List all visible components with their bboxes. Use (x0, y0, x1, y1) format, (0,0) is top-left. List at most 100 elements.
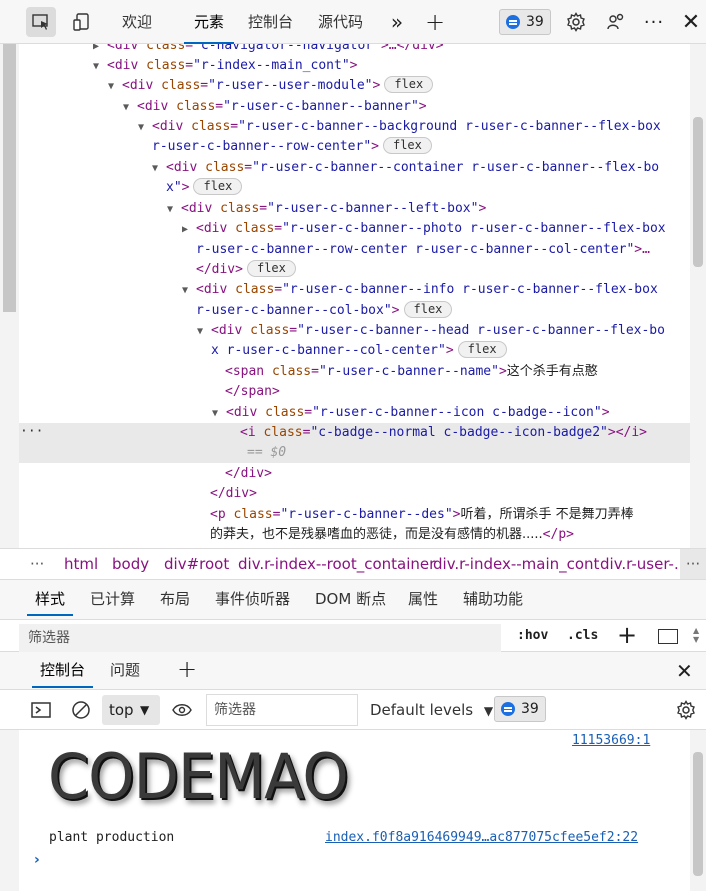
settings-button[interactable] (561, 7, 591, 37)
sidebar-toggle-icon[interactable] (31, 702, 51, 718)
context-selector[interactable]: top ▼ (102, 695, 160, 725)
close-devtools-button[interactable]: ✕ (676, 7, 706, 37)
dom-node[interactable]: ▼ <div class="r-user-c-banner--background… (138, 117, 661, 137)
console-toolbar: top ▼ 筛选器 Default levels ▼ 39 (0, 690, 706, 730)
tab-computed[interactable]: 已计算 (90, 580, 135, 618)
flex-badge[interactable]: flex (457, 341, 507, 358)
hov-toggle[interactable]: :hov (517, 628, 548, 643)
dom-node[interactable]: <p class="r-user-c-banner--des">听着，所谓杀手 … (210, 505, 634, 525)
console-filter-input[interactable]: 筛选器 (206, 694, 358, 726)
inspect-element-button[interactable] (26, 7, 56, 37)
log-levels-dropdown[interactable]: Default levels ▼ (370, 695, 493, 726)
flex-badge[interactable]: flex (246, 260, 296, 277)
inspect-icon (32, 14, 48, 30)
log-levels-value: Default levels (370, 701, 474, 719)
drawer-tabs: 控制台 问题 + ✕ (0, 652, 706, 690)
dom-node[interactable]: ▼ <div class="r-user-c-banner--icon c-bad… (212, 403, 610, 423)
breadcrumb-item[interactable]: div.r-user-... (600, 549, 688, 579)
dom-node[interactable]: <span class="r-user-c-banner--name">这个杀手… (225, 362, 598, 382)
close-icon: ✕ (681, 9, 701, 35)
breadcrumb-item[interactable]: div#root (164, 549, 229, 579)
double-chevron-icon: » (390, 10, 404, 34)
breadcrumb-item[interactable]: body (112, 549, 149, 579)
dom-node[interactable]: ▼ <div class="r-user-c-banner--left-box"> (167, 199, 486, 219)
dom-node-continuation: r-user-c-banner--row-center"> flex (152, 137, 432, 157)
breadcrumb-item[interactable]: html (64, 549, 98, 579)
breadcrumb-overflow-right[interactable]: ··· (680, 549, 706, 579)
add-tab-button[interactable]: + (420, 7, 450, 37)
tab-elements[interactable]: 元素 (183, 0, 235, 44)
tab-layout[interactable]: 布局 (160, 580, 190, 618)
clear-console-icon[interactable] (71, 700, 91, 720)
tab-dom-breakpoints[interactable]: DOM 断点 (315, 580, 386, 618)
console-log-message: plant production (49, 830, 175, 845)
tab-event-listeners[interactable]: 事件侦听器 (215, 580, 290, 618)
styles-scroll-arrows[interactable]: ▲ ▼ (693, 626, 699, 644)
dom-node-continuation: r-user-c-banner--row-center r-user-c-ban… (196, 242, 650, 257)
eye-icon[interactable] (172, 702, 192, 718)
dom-node-continuation: </div> flex (196, 260, 296, 280)
breadcrumb: ··· html body div#root div.r-index--root… (0, 548, 706, 580)
add-drawer-tab-icon[interactable]: + (177, 655, 197, 683)
breadcrumb-overflow-left[interactable]: ··· (30, 549, 44, 579)
console-left-gutter (0, 730, 19, 891)
styles-filter-input[interactable]: 筛选器 (19, 624, 501, 652)
more-tabs-button[interactable]: » (382, 7, 412, 37)
issues-count: 39 (526, 14, 544, 30)
close-drawer-icon[interactable]: ✕ (676, 659, 693, 683)
message-icon (501, 702, 515, 716)
drawer-tab-console[interactable]: 控制台 (31, 652, 94, 688)
flex-badge[interactable]: flex (403, 301, 453, 318)
dollar-zero-marker: == $0 (247, 445, 287, 460)
console-scrollbar[interactable] (690, 730, 706, 891)
dropdown-arrow-icon: ▼ (140, 703, 150, 717)
dom-tree-panel: ··· ▶ <div class="c-navigator--navigator"… (0, 44, 706, 548)
dom-node[interactable]: ▶ <div class="c-navigator--navigator">…</… (93, 44, 444, 56)
dom-left-scrollbar[interactable] (0, 44, 19, 548)
device-emulation-button[interactable] (67, 7, 97, 37)
customize-button[interactable] (601, 7, 631, 37)
console-prompt[interactable]: › (34, 852, 40, 868)
flex-badge[interactable]: flex (384, 76, 434, 93)
tab-styles[interactable]: 样式 (26, 580, 74, 618)
console-issues-badge[interactable]: 39 (494, 696, 546, 722)
breadcrumb-item[interactable]: div.r-index--main_cont (433, 549, 599, 579)
flex-badge[interactable]: flex (193, 178, 243, 195)
styles-filter-row: 筛选器 :hov .cls + ▲ ▼ (0, 620, 706, 652)
drawer-tab-issues[interactable]: 问题 (110, 652, 140, 688)
dom-node[interactable]: ▼ <div class="r-user--user-module"> flex (108, 76, 434, 96)
tab-sources[interactable]: 源代码 (318, 0, 363, 44)
tab-console[interactable]: 控制台 (248, 0, 293, 44)
console-logo-art: CODEMAO (48, 740, 349, 813)
dom-node[interactable]: ▶ <div class="r-user-c-banner--photo r-us… (182, 219, 666, 239)
flex-badge[interactable]: flex (382, 137, 432, 154)
toggle-sidebar-icon[interactable] (658, 629, 678, 644)
console-output: 11153669:1 CODEMAO plant production inde… (0, 730, 706, 891)
node-actions-ellipsis[interactable]: ··· (20, 424, 43, 439)
more-options-button[interactable]: ··· (639, 7, 669, 37)
console-settings-icon[interactable] (676, 700, 696, 720)
dom-node-selected[interactable]: <i class="c-badge--normal c-badge--icon-… (240, 423, 647, 443)
cls-toggle[interactable]: .cls (567, 628, 598, 643)
devtools-toolbar: 欢迎 元素 控制台 源代码 » + 39 ··· ✕ (0, 0, 706, 44)
dom-node[interactable]: ▼ <div class="r-user-c-banner--container … (152, 158, 659, 178)
context-value: top (109, 701, 134, 719)
dom-node[interactable]: ▼ <div class="r-index--main_cont"> (93, 56, 357, 76)
console-issues-count: 39 (521, 701, 539, 717)
console-source-link[interactable]: index.f0f8a916469949…ac877075cfee5ef2:22 (325, 830, 638, 845)
tab-properties[interactable]: 属性 (408, 580, 438, 618)
dropdown-arrow-icon: ▼ (483, 704, 494, 718)
tab-accessibility[interactable]: 辅助功能 (463, 580, 523, 618)
tab-welcome[interactable]: 欢迎 (122, 0, 152, 44)
dom-node-continuation: x r-user-c-banner--col-center"> flex (211, 341, 507, 361)
new-style-rule-icon[interactable]: + (617, 621, 637, 649)
dom-right-scrollbar[interactable] (690, 44, 706, 548)
console-source-link[interactable]: 11153669:1 (572, 733, 650, 748)
dom-node[interactable]: ▼ <div class="r-user-c-banner--head r-use… (197, 321, 665, 341)
dom-node[interactable]: ▼ <div class="r-user-c-banner--banner"> (123, 97, 427, 117)
dom-node-continuation: r-user-c-banner--col-box"> flex (196, 301, 453, 321)
issues-badge[interactable]: 39 (499, 9, 551, 35)
dom-node-continuation: </span> (225, 384, 280, 399)
breadcrumb-item[interactable]: div.r-index--root_container (238, 549, 435, 579)
dom-node[interactable]: ▼ <div class="r-user-c-banner--info r-use… (182, 280, 658, 300)
